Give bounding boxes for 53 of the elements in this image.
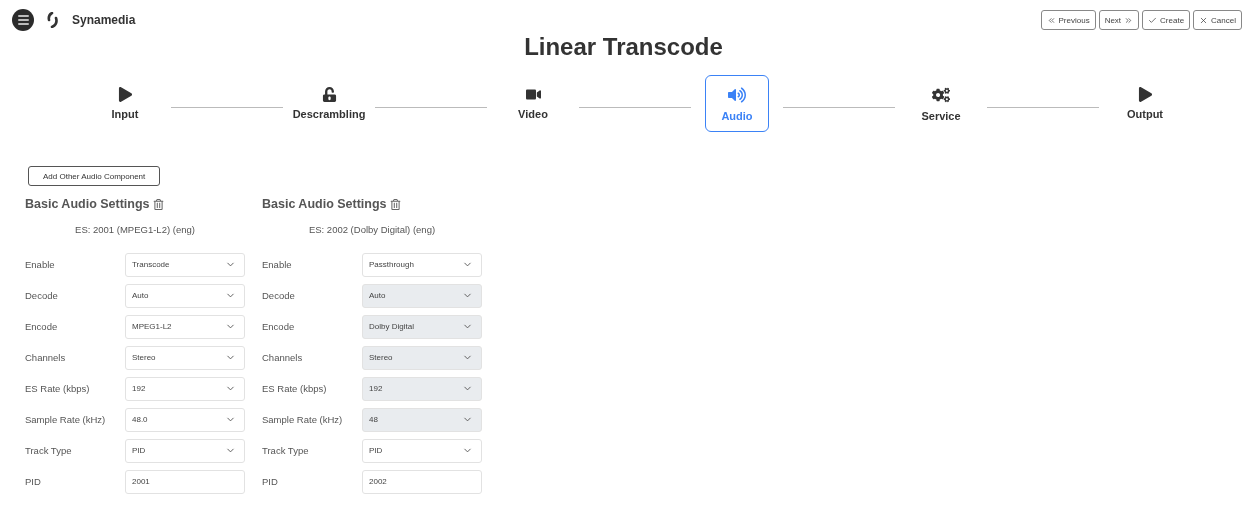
field-label: Sample Rate (kHz) bbox=[25, 414, 107, 425]
field-label: Enable bbox=[25, 259, 56, 270]
field-label: Track Type bbox=[25, 445, 73, 456]
select-field[interactable]: Stereo bbox=[125, 345, 245, 370]
next-button[interactable]: Next bbox=[1098, 10, 1140, 30]
check-icon bbox=[1148, 15, 1158, 25]
create-button[interactable]: Create bbox=[1142, 10, 1191, 30]
select-field[interactable]: 192 bbox=[125, 376, 245, 401]
play-icon bbox=[1137, 87, 1153, 102]
page-title: Linear Transcode bbox=[523, 33, 724, 61]
video-camera-icon bbox=[525, 87, 541, 102]
es-description: ES: 2001 (MPEG1-L2) (eng) bbox=[74, 224, 196, 235]
field-label: ES Rate (kbps) bbox=[25, 383, 91, 394]
field-label: Encode bbox=[25, 321, 59, 332]
field-label: Decode bbox=[25, 290, 59, 301]
field-label: ES Rate (kbps) bbox=[262, 383, 328, 394]
previous-button[interactable]: Previous bbox=[1040, 10, 1096, 30]
brand-name: Synamedia bbox=[72, 13, 136, 27]
field-label: PID bbox=[262, 476, 279, 487]
select-field[interactable]: Transcode bbox=[125, 252, 245, 277]
trash-icon[interactable] bbox=[152, 198, 164, 210]
select-field[interactable]: Auto bbox=[125, 283, 245, 308]
field-label: Decode bbox=[262, 290, 296, 301]
cancel-button[interactable]: Cancel bbox=[1193, 10, 1242, 30]
unlock-icon bbox=[321, 87, 337, 102]
field-label: Sample Rate (kHz) bbox=[262, 414, 344, 425]
select-field[interactable]: PID bbox=[362, 438, 482, 463]
field-label: Enable bbox=[262, 259, 293, 270]
double-chevron-right-icon bbox=[1124, 15, 1134, 25]
field-label: PID bbox=[25, 476, 42, 487]
menu-button[interactable] bbox=[12, 9, 34, 31]
input-field[interactable]: 2001 bbox=[125, 469, 245, 494]
input-field[interactable]: 2002 bbox=[362, 469, 482, 494]
add-component-button[interactable]: Add Other Audio Component bbox=[28, 166, 161, 186]
es-description: ES: 2002 (Dolby Digital) (eng) bbox=[307, 224, 437, 235]
play-icon bbox=[117, 87, 133, 102]
logo-icon bbox=[46, 12, 60, 28]
select-field[interactable]: 48.0 bbox=[125, 407, 245, 432]
select-field[interactable]: Passthrough bbox=[362, 252, 482, 277]
field-label: Channels bbox=[25, 352, 67, 363]
double-chevron-left-icon bbox=[1046, 15, 1056, 25]
field-label: Encode bbox=[262, 321, 296, 332]
field-label: Channels bbox=[262, 352, 304, 363]
field-label: Track Type bbox=[262, 445, 310, 456]
trash-icon[interactable] bbox=[389, 198, 401, 210]
select-field[interactable]: PID bbox=[125, 438, 245, 463]
select-field[interactable]: MPEG1-L2 bbox=[125, 314, 245, 339]
section-title: Basic Audio Settings bbox=[262, 197, 387, 211]
step-tab[interactable]: Audio bbox=[705, 75, 769, 132]
speaker-icon bbox=[728, 85, 746, 104]
gears-icon bbox=[932, 85, 950, 104]
section-title: Basic Audio Settings bbox=[25, 197, 150, 211]
close-icon bbox=[1199, 15, 1209, 25]
